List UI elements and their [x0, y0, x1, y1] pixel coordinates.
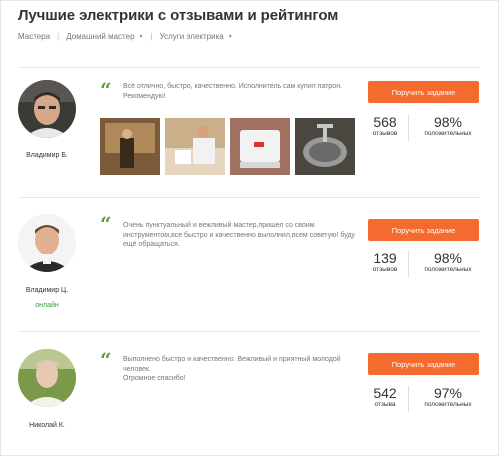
stat-divider [408, 251, 409, 277]
breadcrumb: Мастера | Домашний мастер ▼ | Услуги эле… [18, 32, 233, 41]
divider [18, 67, 480, 68]
review-photo[interactable] [230, 118, 290, 175]
review-text: Выполнено быстро и качественно. Вежливый… [123, 356, 341, 383]
review-photo[interactable] [295, 118, 355, 175]
reviews-count-label: отзыва [374, 401, 396, 408]
review-text: Очень пунктуальный и вежливый мастер,при… [123, 222, 356, 249]
review-photo[interactable] [165, 118, 225, 175]
divider [18, 331, 480, 332]
review-text: Всё отлично, быстро, качественно. Исполн… [123, 83, 342, 100]
chevron-down-icon[interactable]: ▼ [228, 34, 233, 40]
positive-rate: 98% положительных [414, 251, 482, 274]
breadcrumb-separator: | [150, 32, 153, 41]
breadcrumb-item-home-master[interactable]: Домашний мастер [66, 32, 134, 41]
master-name[interactable]: Владимир Ц. [0, 287, 94, 294]
avatar[interactable] [18, 349, 76, 407]
positive-rate: 97% положительных [414, 386, 482, 409]
master-name[interactable]: Владимир Б. [0, 152, 94, 159]
online-status: онлайн [35, 302, 59, 309]
review-photo[interactable] [100, 118, 160, 175]
reviews-count: 542 отзыва [368, 386, 402, 409]
positive-rate-value: 97% [433, 385, 463, 401]
positive-rate-label: положительных [424, 401, 472, 408]
reviews-count-label: отзывов [372, 266, 398, 273]
positive-rate: 98% положительных [414, 115, 482, 138]
reviews-count: 139 отзывов [368, 251, 402, 274]
breadcrumb-item-electrician-services[interactable]: Услуги электрика [160, 32, 224, 41]
divider [18, 197, 480, 198]
positive-rate-value: 98% [433, 114, 463, 130]
breadcrumb-separator: | [57, 32, 60, 41]
assign-task-button[interactable]: Поручить задание [368, 219, 479, 241]
reviews-count: 568 отзывов [368, 115, 402, 138]
stat-divider [408, 115, 409, 141]
reviews-count-value: 568 [373, 114, 397, 130]
avatar[interactable] [18, 214, 76, 272]
photo-gallery [100, 118, 355, 175]
quote-icon: “ [100, 348, 112, 372]
assign-task-button[interactable]: Поручить задание [368, 353, 479, 375]
positive-rate-value: 98% [433, 250, 463, 266]
master-name[interactable]: Николай К. [0, 422, 94, 429]
quote-icon: “ [100, 78, 112, 102]
assign-task-button[interactable]: Поручить задание [368, 81, 479, 103]
reviews-count-value: 139 [373, 250, 397, 266]
page-title: Лучшие электрики с отзывами и рейтингом [18, 7, 339, 24]
stat-divider [408, 386, 409, 412]
avatar[interactable] [18, 80, 76, 138]
reviews-count-value: 542 [373, 385, 397, 401]
chevron-down-icon[interactable]: ▼ [139, 34, 144, 40]
breadcrumb-item-masters[interactable]: Мастера [18, 32, 50, 41]
quote-icon: “ [100, 212, 112, 236]
positive-rate-label: положительных [424, 130, 472, 137]
positive-rate-label: положительных [424, 266, 472, 273]
reviews-count-label: отзывов [372, 130, 398, 137]
